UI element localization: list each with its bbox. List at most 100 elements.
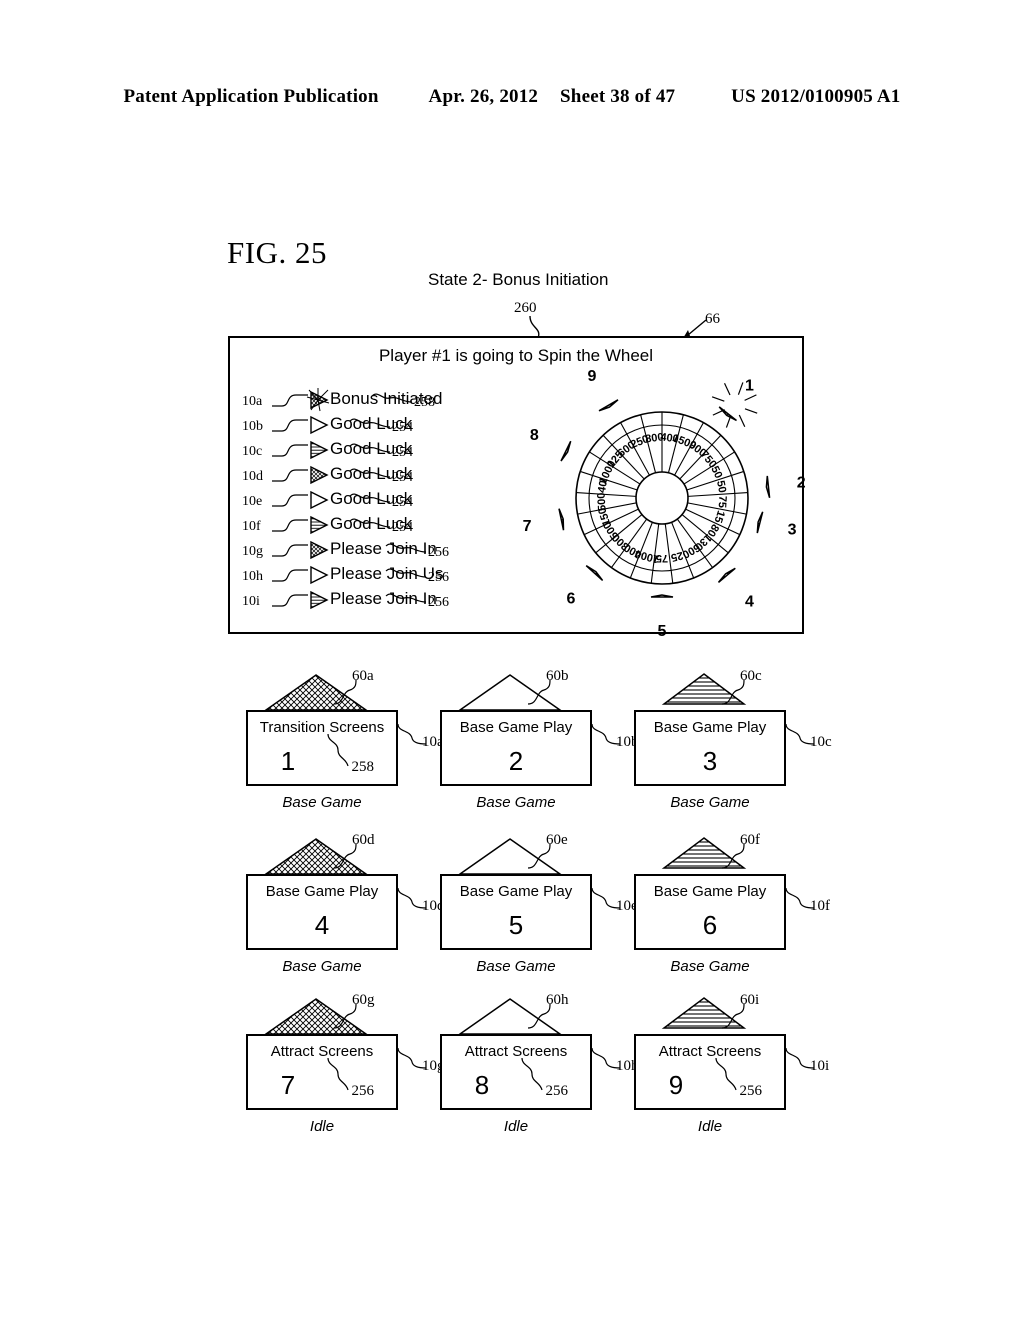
screen-box[interactable]: Base Game Play 5	[440, 874, 592, 950]
wheel-marker-1[interactable]: 1	[711, 377, 758, 428]
screen-box[interactable]: Attract Screens 7 256	[246, 1034, 398, 1110]
triangle-plain-icon	[310, 565, 329, 585]
message-leader	[272, 469, 308, 482]
message-leader	[272, 569, 308, 582]
message-row: 10f Good Luck 254	[242, 513, 522, 538]
marker-triangle-crosshatch	[717, 567, 736, 583]
wheel-marker-8[interactable]: 8	[530, 427, 572, 462]
screen-box[interactable]: Base Game Play 3	[634, 710, 786, 786]
screen-box-title: Base Game Play	[653, 719, 767, 736]
inner-ref-number: 258	[351, 759, 375, 775]
message-leader	[272, 494, 308, 507]
screen-box-number: 6	[702, 910, 718, 940]
message-leader	[272, 394, 308, 407]
state-caption: State 2- Bonus Initiation	[428, 270, 609, 289]
wheel-segment-value: 25	[670, 549, 685, 564]
roof-ref-number: 60a	[352, 668, 374, 684]
message-ref-number: 258	[414, 395, 435, 410]
message-tag: 10e	[242, 494, 263, 509]
screen-box[interactable]: Base Game Play 6	[634, 874, 786, 950]
screen-caption: Base Game	[476, 958, 556, 975]
screen-box[interactable]: Base Game Play 4	[246, 874, 398, 950]
message-ref-number: 254	[392, 445, 413, 460]
message-row: 10i Please Join In 256	[242, 588, 522, 613]
message-ref-number: 254	[392, 495, 413, 510]
cell-ref-number: 10i	[810, 1058, 830, 1074]
roof-ref-number: 60g	[352, 992, 375, 1008]
screen-box-title: Base Game Play	[459, 883, 573, 900]
message-leader	[272, 444, 308, 457]
message-ref-leader	[371, 393, 413, 403]
cell-ref-number: 10f	[810, 898, 830, 914]
message-tag: 10c	[242, 444, 263, 459]
cell-ref-number: 10c	[810, 734, 832, 750]
marker-label: 3	[788, 522, 797, 539]
screen-box[interactable]: Attract Screens 8 256	[440, 1034, 592, 1110]
screen-box-title: Base Game Play	[265, 883, 379, 900]
message-ref-number: 256	[428, 545, 449, 560]
screen-caption: Idle	[503, 1118, 529, 1135]
screen-caption: Base Game	[670, 794, 750, 811]
message-tag: 10i	[242, 594, 260, 609]
marker-triangle-plain	[560, 440, 572, 462]
triangle-crosshatch-icon	[310, 540, 329, 560]
screen-box-title: Base Game Play	[653, 883, 767, 900]
message-row: 10a Bonus Initiated 258	[242, 388, 522, 413]
marker-triangle-crosshatch	[558, 508, 565, 531]
roof-ref-number: 60f	[740, 832, 760, 848]
prize-wheel[interactable]: 400 1500 900 750 50 50 75 15 80 130 600 25 75 1000 400…	[523, 356, 806, 640]
marker-label: 6	[567, 590, 576, 607]
marker-label: 1	[745, 377, 754, 394]
wheel-marker-2[interactable]: 2	[765, 475, 806, 499]
wheel-segment-value: 50	[714, 480, 728, 494]
marker-label: 4	[745, 593, 754, 610]
marker-label: 2	[797, 475, 806, 492]
message-row: 10e Good Luck 254	[242, 488, 522, 513]
screen-box[interactable]: Base Game Play 2	[440, 710, 592, 786]
wheel-marker-7[interactable]: 7	[523, 508, 565, 535]
screen-caption: Base Game	[282, 794, 362, 811]
message-row: 10h Please Join Us 256	[242, 563, 522, 588]
marker-label: 5	[658, 623, 667, 640]
roof-ref-number: 60b	[546, 668, 569, 684]
screen-caption: Base Game	[282, 958, 362, 975]
roof-ref-number: 60c	[740, 668, 762, 684]
message-ref-leader	[349, 418, 391, 428]
message-tag: 10a	[242, 394, 263, 409]
wheel-segment-value: 500	[595, 492, 608, 511]
wheel-marker-5[interactable]: 5	[650, 594, 674, 640]
marker-label: 8	[530, 427, 539, 444]
marker-triangle-crosshatch	[718, 406, 737, 422]
screen-box-title: Attract Screens	[464, 1043, 568, 1060]
wheel-marker-4[interactable]: 4	[717, 567, 754, 610]
message-tag: 10b	[242, 419, 263, 434]
patent-number: US 2012/0100905 A1	[731, 86, 901, 107]
wheel-marker-9[interactable]: 9	[588, 368, 619, 412]
message-ref-leader	[385, 568, 427, 578]
screen-caption: Base Game	[670, 958, 750, 975]
screen-box[interactable]: Transition Screens 1 258	[246, 710, 398, 786]
bonus-display-panel: Player #1 is going to Spin the Wheel 10a…	[228, 336, 806, 640]
triangle-striped-icon	[310, 515, 329, 535]
message-ref-leader	[349, 493, 391, 503]
wheel-body: 4001500900750505075158013060025751000400…	[575, 411, 749, 585]
wheel-segment-value: 75	[716, 495, 729, 508]
triangle-plain-icon	[310, 415, 329, 435]
wheel-marker-6[interactable]: 6	[567, 565, 604, 608]
inner-ref-number: 256	[351, 1083, 375, 1099]
ref-260-label: 260	[514, 300, 537, 316]
marker-triangle-plain	[765, 475, 771, 499]
message-ref-number: 254	[392, 420, 413, 435]
screen-box[interactable]: Attract Screens 9 256	[634, 1034, 786, 1110]
marker-label: 7	[523, 518, 532, 535]
wheel-segment-value: 800	[645, 431, 665, 445]
triangle-striped-icon	[310, 440, 329, 460]
screen-box-number: 2	[508, 746, 524, 776]
screen-caption: Idle	[309, 1118, 335, 1135]
message-ref-number: 256	[428, 570, 449, 585]
publication-label: Patent Application Publication	[123, 86, 379, 107]
marker-triangle-plain	[650, 594, 674, 598]
marker-triangle-stripes	[598, 399, 619, 412]
message-ref-leader	[349, 468, 391, 478]
wheel-marker-3[interactable]: 3	[756, 511, 797, 539]
